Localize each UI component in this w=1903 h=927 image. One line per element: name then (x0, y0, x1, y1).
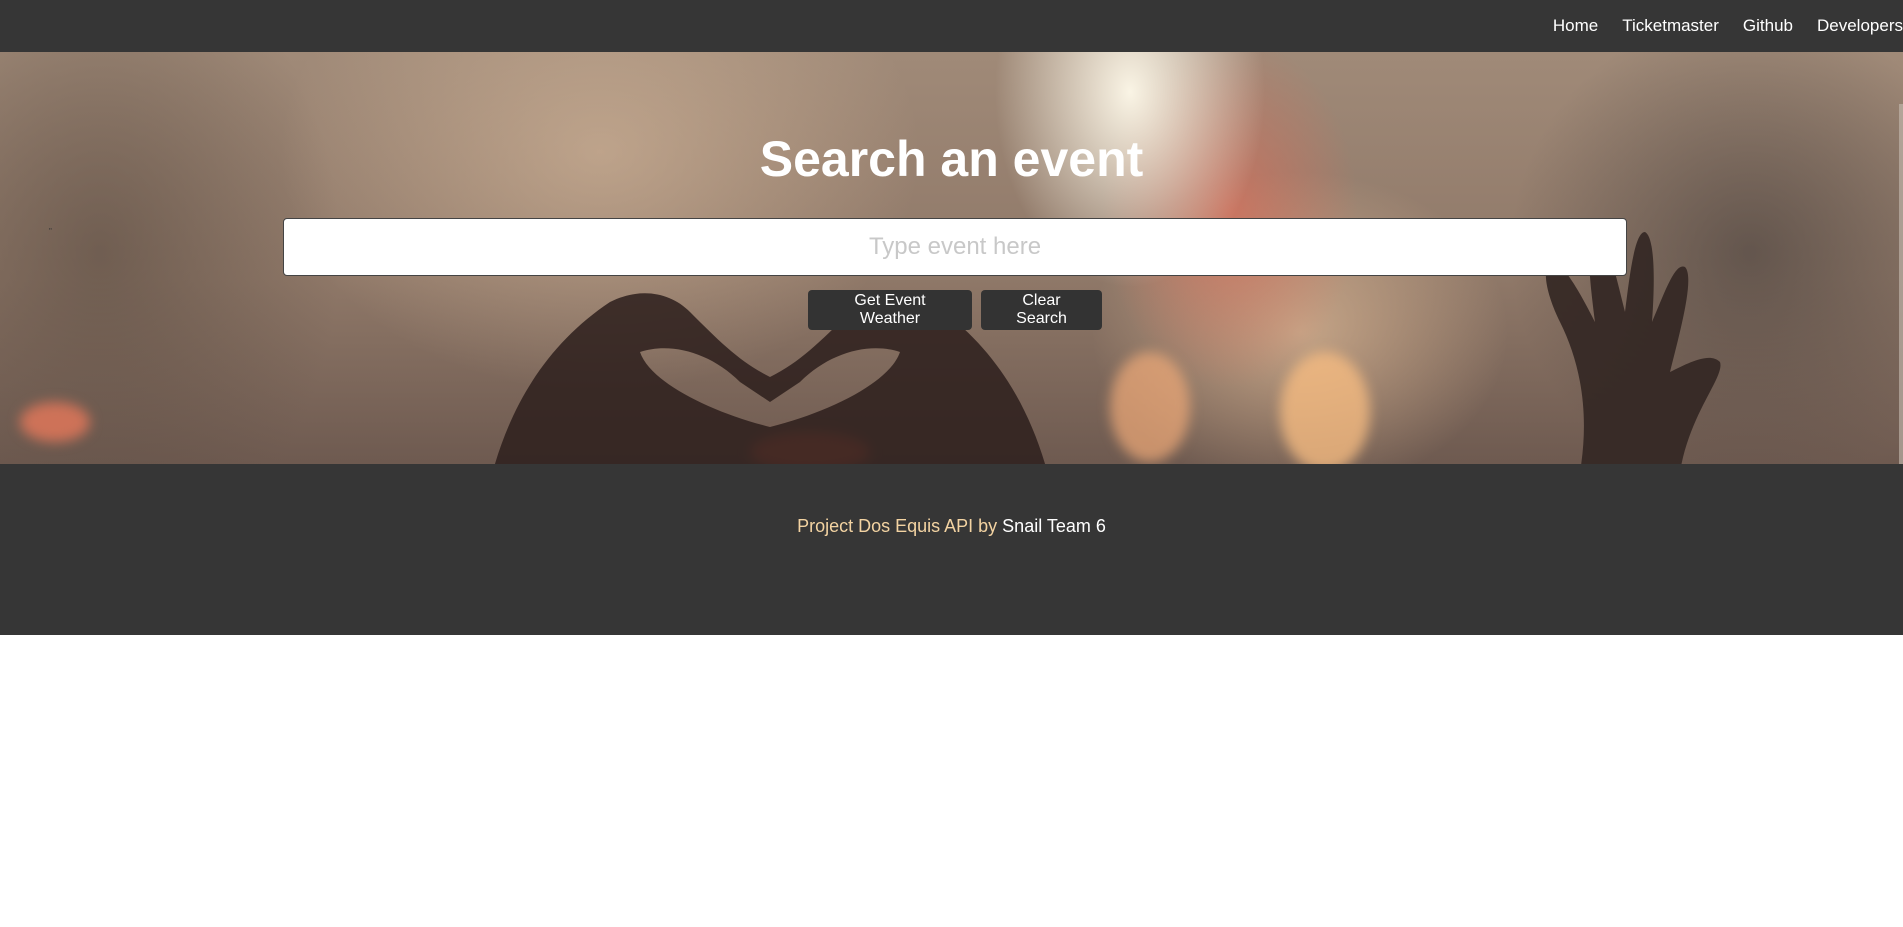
clear-search-button[interactable]: Clear Search (981, 290, 1102, 330)
page-footer: Project Dos Equis API by Snail Team 6 (0, 464, 1903, 635)
nav-link-developers[interactable]: Developers (1817, 0, 1903, 52)
nav-link-home[interactable]: Home (1553, 0, 1598, 52)
scroll-edge (1899, 104, 1903, 464)
get-event-weather-button[interactable]: Get Event Weather (808, 290, 972, 330)
nav-link-github[interactable]: Github (1743, 0, 1793, 52)
page-title: Search an event (759, 131, 1144, 187)
footer-team-link[interactable]: Snail Team 6 (1002, 516, 1106, 536)
hero-banner: " Search an event Get Event Weather Clea… (0, 52, 1903, 464)
nav-link-ticketmaster[interactable]: Ticketmaster (1622, 0, 1719, 52)
top-navbar: Home Ticketmaster Github Developers (0, 0, 1903, 52)
stage-light-performer-1 (1110, 352, 1190, 462)
stage-light-performer-2 (1280, 352, 1370, 464)
event-search-input[interactable] (283, 218, 1627, 276)
stage-light-left (20, 402, 90, 442)
stray-mark: " (49, 227, 52, 236)
footer-credit: Project Dos Equis API by Snail Team 6 (0, 516, 1903, 537)
footer-project-text: Project Dos Equis API by (797, 516, 1003, 536)
